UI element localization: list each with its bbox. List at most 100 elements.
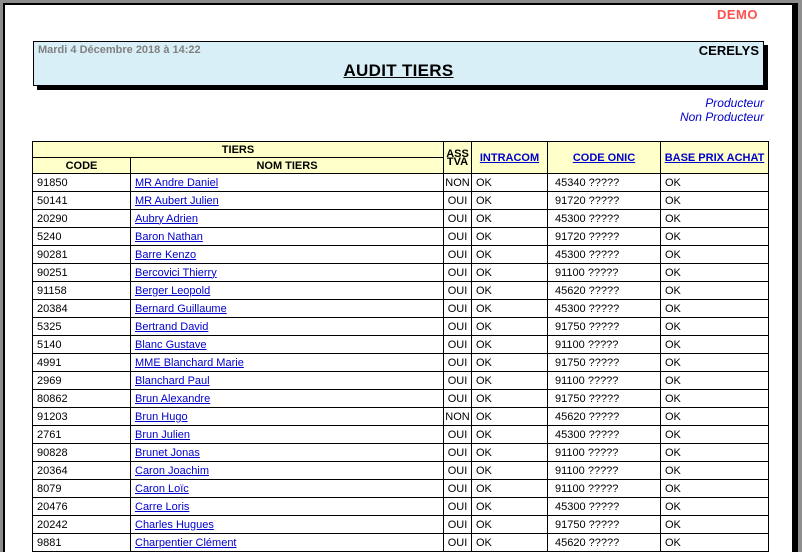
company-name: CERELYS xyxy=(699,43,759,58)
tiers-link[interactable]: Blanchard Paul xyxy=(135,375,210,387)
intracom-sort-link[interactable]: INTRACOM xyxy=(480,152,539,164)
table-row: 2969Blanchard PaulOUIOK91100 ?????OK xyxy=(33,372,769,390)
intracom-status-cell: OK xyxy=(472,192,548,210)
base-prix-achat-cell: OK xyxy=(661,228,769,246)
report-header: Mardi 4 Décembre 2018 à 14:22 CERELYS AU… xyxy=(33,41,764,86)
tiers-link[interactable]: Caron Joachim xyxy=(135,465,209,477)
table-row: 20242Charles HuguesOUIOK91750 ?????OK xyxy=(33,516,769,534)
code-onic-cell: 91100 ????? xyxy=(548,336,661,354)
ass-tva-cell: OUI xyxy=(444,228,472,246)
tiers-link[interactable]: Carre Loris xyxy=(135,501,189,513)
demo-watermark: DEMO xyxy=(717,7,758,22)
ass-tva-cell: OUI xyxy=(444,246,472,264)
link-non-producteur[interactable]: Non Producteur xyxy=(680,110,764,124)
base-prix-achat-cell: OK xyxy=(661,516,769,534)
intracom-status-cell: OK xyxy=(472,498,548,516)
tiers-link[interactable]: Barre Kenzo xyxy=(135,249,196,261)
tiers-link[interactable]: Aubry Adrien xyxy=(135,213,198,225)
column-header-base-prix-achat[interactable]: BASE PRIX ACHAT xyxy=(661,142,769,174)
code-onic-cell: 45300 ????? xyxy=(548,426,661,444)
base-prix-achat-cell: OK xyxy=(661,462,769,480)
ass-tva-cell: OUI xyxy=(444,390,472,408)
tiers-code-cell: 91203 xyxy=(33,408,131,426)
ass-tva-line2: TVA xyxy=(444,158,471,166)
code-onic-cell: 45300 ????? xyxy=(548,210,661,228)
tiers-link[interactable]: MME Blanchard Marie xyxy=(135,357,244,369)
tiers-code-cell: 5140 xyxy=(33,336,131,354)
code-onic-cell: 45300 ????? xyxy=(548,498,661,516)
tiers-link[interactable]: MR Aubert Julien xyxy=(135,195,219,207)
intracom-status-cell: OK xyxy=(472,264,548,282)
report-page: DEMO Mardi 4 Décembre 2018 à 14:22 CEREL… xyxy=(3,3,798,552)
ass-tva-cell: OUI xyxy=(444,516,472,534)
table-row: 91158Berger LeopoldOUIOK45620 ?????OK xyxy=(33,282,769,300)
tiers-code-cell: 4991 xyxy=(33,354,131,372)
code-onic-cell: 91720 ????? xyxy=(548,228,661,246)
ass-tva-cell: OUI xyxy=(444,336,472,354)
tiers-link[interactable]: Caron Loïc xyxy=(135,483,189,495)
base-prix-achat-cell: OK xyxy=(661,426,769,444)
tiers-link[interactable]: Bernard Guillaume xyxy=(135,303,227,315)
ass-tva-cell: OUI xyxy=(444,264,472,282)
table-row: 20364Caron JoachimOUIOK91100 ?????OK xyxy=(33,462,769,480)
base-prix-achat-cell: OK xyxy=(661,192,769,210)
tiers-link[interactable]: Brunet Jonas xyxy=(135,447,200,459)
intracom-status-cell: OK xyxy=(472,336,548,354)
column-header-code-onic[interactable]: CODE ONIC xyxy=(548,142,661,174)
ass-tva-cell: OUI xyxy=(444,372,472,390)
column-header-code: CODE xyxy=(33,158,131,174)
column-group-tiers: TIERS xyxy=(33,142,444,158)
tiers-link[interactable]: Charpentier Clément xyxy=(135,537,237,549)
tiers-name-cell: Caron Joachim xyxy=(131,462,444,480)
table-row: 8079Caron LoïcOUIOK91100 ?????OK xyxy=(33,480,769,498)
code-onic-cell: 45620 ????? xyxy=(548,534,661,552)
intracom-status-cell: OK xyxy=(472,408,548,426)
code-onic-cell: 45620 ????? xyxy=(548,282,661,300)
link-producteur[interactable]: Producteur xyxy=(680,96,764,110)
code-onic-cell: 91100 ????? xyxy=(548,462,661,480)
tiers-code-cell: 90281 xyxy=(33,246,131,264)
tiers-code-cell: 20290 xyxy=(33,210,131,228)
tiers-link[interactable]: Bertrand David xyxy=(135,321,208,333)
code-onic-sort-link[interactable]: CODE ONIC xyxy=(573,152,635,164)
table-row: 91850MR Andre DanielNONOK45340 ?????OK xyxy=(33,174,769,192)
ass-tva-cell: OUI xyxy=(444,192,472,210)
tiers-code-cell: 91850 xyxy=(33,174,131,192)
audit-tiers-table: TIERS ASS TVA INTRACOM CODE ONIC BASE PR… xyxy=(32,141,769,552)
tiers-name-cell: MME Blanchard Marie xyxy=(131,354,444,372)
code-onic-cell: 91750 ????? xyxy=(548,390,661,408)
tiers-link[interactable]: Brun Hugo xyxy=(135,411,188,423)
tiers-link[interactable]: Berger Leopold xyxy=(135,285,210,297)
ass-tva-cell: OUI xyxy=(444,426,472,444)
page-title: AUDIT TIERS xyxy=(34,61,763,81)
ass-tva-cell: OUI xyxy=(444,282,472,300)
tiers-link[interactable]: MR Andre Daniel xyxy=(135,177,218,189)
tiers-name-cell: MR Aubert Julien xyxy=(131,192,444,210)
tiers-link[interactable]: Charles Hugues xyxy=(135,519,214,531)
tiers-code-cell: 2969 xyxy=(33,372,131,390)
base-prix-achat-cell: OK xyxy=(661,336,769,354)
base-prix-achat-cell: OK xyxy=(661,498,769,516)
tiers-link[interactable]: Brun Alexandre xyxy=(135,393,210,405)
tiers-name-cell: Carre Loris xyxy=(131,498,444,516)
base-prix-achat-cell: OK xyxy=(661,390,769,408)
base-prix-achat-cell: OK xyxy=(661,372,769,390)
tiers-link[interactable]: Blanc Gustave xyxy=(135,339,207,351)
base-prix-achat-cell: OK xyxy=(661,282,769,300)
tiers-link[interactable]: Brun Julien xyxy=(135,429,190,441)
base-prix-achat-cell: OK xyxy=(661,210,769,228)
base-prix-achat-sort-link[interactable]: BASE PRIX ACHAT xyxy=(665,152,765,164)
tiers-link[interactable]: Baron Nathan xyxy=(135,231,203,243)
tiers-code-cell: 90828 xyxy=(33,444,131,462)
tiers-name-cell: Brun Julien xyxy=(131,426,444,444)
ass-tva-cell: OUI xyxy=(444,210,472,228)
table-row: 20384Bernard GuillaumeOUIOK45300 ?????OK xyxy=(33,300,769,318)
code-onic-cell: 91720 ????? xyxy=(548,192,661,210)
report-datetime: Mardi 4 Décembre 2018 à 14:22 xyxy=(38,44,201,56)
intracom-status-cell: OK xyxy=(472,282,548,300)
code-onic-cell: 91750 ????? xyxy=(548,354,661,372)
code-onic-cell: 91100 ????? xyxy=(548,264,661,282)
tiers-link[interactable]: Bercovici Thierry xyxy=(135,267,217,279)
column-header-intracom[interactable]: INTRACOM xyxy=(472,142,548,174)
ass-tva-cell: NON xyxy=(444,174,472,192)
